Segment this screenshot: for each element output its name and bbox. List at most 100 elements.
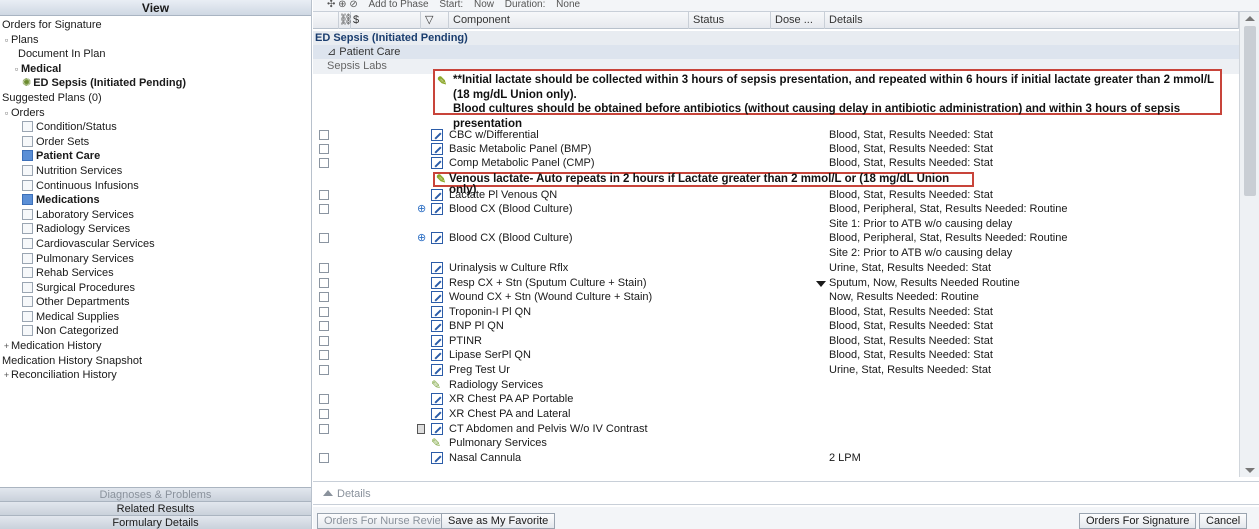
- expand-icon[interactable]: +: [2, 368, 11, 383]
- save-as-favorite-button[interactable]: Save as My Favorite: [441, 513, 556, 529]
- order-row[interactable]: Resp CX + Stn (Sputum Culture + Stain) S…: [313, 276, 1239, 291]
- patient-care-row[interactable]: ⊿ Patient Care: [313, 45, 1239, 60]
- order-checkbox[interactable]: [319, 233, 329, 243]
- formulary-details-button[interactable]: Formulary Details: [0, 515, 311, 529]
- diagnoses-problems-button[interactable]: Diagnoses & Problems: [0, 487, 311, 501]
- tree-item-rehab-services[interactable]: Rehab Services: [0, 266, 311, 281]
- order-row[interactable]: Comp Metabolic Panel (CMP) Blood, Stat, …: [313, 156, 1239, 171]
- order-checkbox[interactable]: [319, 424, 329, 434]
- start-field[interactable]: Now: [474, 0, 494, 10]
- order-checkbox[interactable]: [319, 350, 329, 360]
- expand-icon[interactable]: +: [2, 339, 11, 354]
- collapse-icon[interactable]: ⊿: [327, 46, 339, 58]
- tree-item-order-sets[interactable]: Order Sets: [0, 135, 311, 150]
- orders-for-nurse-review-button[interactable]: Orders For Nurse Review: [317, 513, 456, 529]
- details-dropdown-icon[interactable]: [815, 278, 826, 288]
- order-checkbox[interactable]: [319, 130, 329, 140]
- collapse-icon[interactable]: ▫: [12, 62, 21, 77]
- plan-row[interactable]: ED Sepsis (Initiated Pending): [313, 31, 1239, 46]
- category-checkbox[interactable]: [22, 223, 33, 235]
- category-checkbox[interactable]: [22, 179, 33, 191]
- duration-field[interactable]: None: [556, 0, 580, 10]
- order-row[interactable]: Troponin-I Pl QN Blood, Stat, Results Ne…: [313, 305, 1239, 320]
- tree-item-document-in-plan[interactable]: Document In Plan: [0, 47, 311, 62]
- col-dose[interactable]: Dose ...: [771, 12, 825, 29]
- scroll-down-icon[interactable]: [1245, 468, 1255, 473]
- filter-icon[interactable]: ▽: [421, 12, 449, 29]
- category-checkbox[interactable]: [22, 237, 33, 249]
- tree-item-pulmonary-services[interactable]: Pulmonary Services: [0, 252, 311, 267]
- order-checkbox[interactable]: [319, 292, 329, 302]
- category-checkbox[interactable]: [22, 208, 33, 220]
- order-row[interactable]: BNP Pl QN Blood, Stat, Results Needed: S…: [313, 319, 1239, 334]
- order-row[interactable]: ⊕ Blood CX (Blood Culture) Blood, Periph…: [313, 202, 1239, 231]
- order-row[interactable]: XR Chest PA AP Portable: [313, 392, 1239, 407]
- tree-item-cardiovascular-services[interactable]: Cardiovascular Services: [0, 237, 311, 252]
- add-to-phase-button[interactable]: Add to Phase: [368, 0, 428, 10]
- scroll-thumb[interactable]: [1244, 26, 1256, 196]
- order-row[interactable]: Basic Metabolic Panel (BMP) Blood, Stat,…: [313, 142, 1239, 157]
- tree-item-condition-status[interactable]: Condition/Status: [0, 120, 311, 135]
- category-checkbox[interactable]: [22, 296, 33, 308]
- scroll-up-icon[interactable]: [1245, 16, 1255, 21]
- tree-item-nutrition-services[interactable]: Nutrition Services: [0, 164, 311, 179]
- order-checkbox[interactable]: [319, 263, 329, 273]
- order-row[interactable]: CT Abdomen and Pelvis W/o IV Contrast: [313, 422, 1239, 437]
- tree-item-medical-supplies[interactable]: Medical Supplies: [0, 310, 311, 325]
- category-checkbox[interactable]: [22, 135, 33, 147]
- order-row[interactable]: XR Chest PA and Lateral: [313, 407, 1239, 422]
- link-icon[interactable]: ⛓: [339, 12, 353, 29]
- order-checkbox[interactable]: [319, 158, 329, 168]
- collapse-icon[interactable]: ▫: [2, 33, 11, 48]
- order-row[interactable]: CBC w/Differential Blood, Stat, Results …: [313, 128, 1239, 143]
- order-checkbox[interactable]: [319, 144, 329, 154]
- col-dollar[interactable]: $: [351, 12, 421, 29]
- cancel-button[interactable]: Cancel: [1199, 513, 1248, 529]
- category-checkbox[interactable]: [22, 267, 33, 279]
- tree-item-plans[interactable]: ▫ Plans: [0, 33, 311, 48]
- tree-item-non-categorized[interactable]: Non Categorized: [0, 324, 311, 339]
- tree-item-suggested-plans[interactable]: Suggested Plans (0): [0, 91, 311, 106]
- tree-item-medical[interactable]: ▫ Medical: [0, 62, 311, 77]
- order-checkbox[interactable]: [319, 278, 329, 288]
- tree-item-reconciliation-history[interactable]: + Reconciliation History: [0, 368, 311, 383]
- tree-item-patient-care[interactable]: Patient Care: [0, 149, 311, 164]
- order-row[interactable]: Preg Test Ur Urine, Stat, Results Needed…: [313, 363, 1239, 378]
- order-checkbox[interactable]: [319, 409, 329, 419]
- order-row[interactable]: Wound CX + Stn (Wound Culture + Stain) N…: [313, 290, 1239, 305]
- related-results-button[interactable]: Related Results: [0, 501, 311, 515]
- order-row[interactable]: Nasal Cannula 2 LPM: [313, 451, 1239, 466]
- category-checkbox[interactable]: [22, 325, 33, 337]
- category-checkbox[interactable]: [22, 281, 33, 293]
- tree-item-orders[interactable]: ▫ Orders: [0, 106, 311, 121]
- order-checkbox[interactable]: [319, 307, 329, 317]
- tree-item-other-departments[interactable]: Other Departments: [0, 295, 311, 310]
- details-panel-toggle[interactable]: Details: [313, 481, 1259, 505]
- tree-item-ed-sepsis[interactable]: ✺ ED Sepsis (Initiated Pending): [0, 76, 311, 91]
- collapse-icon[interactable]: ▫: [2, 106, 11, 121]
- orders-for-signature-button[interactable]: Orders For Signature: [1079, 513, 1197, 529]
- category-checkbox[interactable]: [22, 150, 33, 162]
- tree-item-medication-history[interactable]: + Medication History: [0, 339, 311, 354]
- order-checkbox[interactable]: [319, 321, 329, 331]
- order-checkbox[interactable]: [319, 453, 329, 463]
- col-check[interactable]: [313, 12, 339, 29]
- tree-item-orders-for-signature[interactable]: Orders for Signature: [0, 18, 311, 33]
- category-checkbox[interactable]: [22, 310, 33, 322]
- tree-item-surgical-procedures[interactable]: Surgical Procedures: [0, 281, 311, 296]
- order-row[interactable]: Lactate Pl Venous QN Blood, Stat, Result…: [313, 188, 1239, 203]
- tree-item-radiology-services[interactable]: Radiology Services: [0, 222, 311, 237]
- order-checkbox[interactable]: [319, 365, 329, 375]
- category-checkbox[interactable]: [22, 194, 33, 206]
- order-row[interactable]: Urinalysis w Culture Rflx Urine, Stat, R…: [313, 261, 1239, 276]
- category-checkbox[interactable]: [22, 121, 33, 133]
- tree-item-laboratory-services[interactable]: Laboratory Services: [0, 208, 311, 223]
- order-row[interactable]: Lipase SerPl QN Blood, Stat, Results Nee…: [313, 348, 1239, 363]
- category-checkbox[interactable]: [22, 164, 33, 176]
- tree-item-medication-history-snapshot[interactable]: Medication History Snapshot: [0, 354, 311, 369]
- order-checkbox[interactable]: [319, 190, 329, 200]
- tree-item-continuous-infusions[interactable]: Continuous Infusions: [0, 179, 311, 194]
- order-checkbox[interactable]: [319, 336, 329, 346]
- grid-scrollbar[interactable]: [1239, 12, 1259, 477]
- category-checkbox[interactable]: [22, 252, 33, 264]
